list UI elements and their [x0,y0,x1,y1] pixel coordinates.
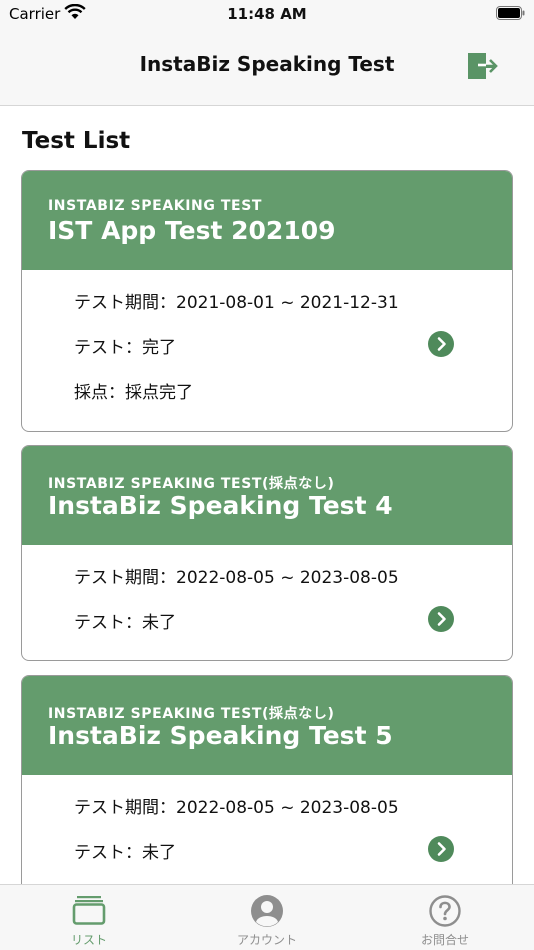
clock: 11:48 AM [227,5,307,23]
list-icon [72,896,106,925]
test-card[interactable]: INSTABIZ SPEAKING TEST(採点なし) InstaBiz Sp… [21,445,513,661]
tab-list[interactable]: リスト [19,885,159,950]
section-title: Test List [22,128,131,154]
chevron-right-icon[interactable] [428,331,454,357]
nav-bar: InstaBiz Speaking Test [0,28,534,106]
test-period: テスト期間：2021-08-01 ~ 2021-12-31 [74,293,399,313]
test-status: テスト：未了 [74,613,176,633]
card-header: INSTABIZ SPEAKING TEST(採点なし) InstaBiz Sp… [22,446,512,545]
card-header: INSTABIZ SPEAKING TEST IST App Test 2021… [22,171,512,270]
tab-label: アカウント [236,933,297,947]
scoring-status: 採点：採点完了 [74,383,193,403]
card-title: InstaBiz Speaking Test 5 [48,721,393,750]
tab-label: リスト [70,933,107,947]
tab-bar: リスト アカウント お問合せ [0,884,534,950]
chevron-right-icon[interactable] [428,606,454,632]
battery-icon [496,6,525,20]
test-card[interactable]: INSTABIZ SPEAKING TEST(採点なし) InstaBiz Sp… [21,675,513,915]
card-title: IST App Test 202109 [48,216,336,245]
test-status: テスト：完了 [74,338,176,358]
page-title: InstaBiz Speaking Test [139,52,395,76]
card-subtitle: INSTABIZ SPEAKING TEST [48,198,263,214]
card-header: INSTABIZ SPEAKING TEST(採点なし) InstaBiz Sp… [22,676,512,775]
tab-label: お問合せ [420,933,469,947]
help-icon [429,895,461,927]
account-icon [251,895,283,927]
test-card[interactable]: INSTABIZ SPEAKING TEST IST App Test 2021… [21,170,513,432]
test-status: テスト：未了 [74,843,176,863]
card-subtitle: INSTABIZ SPEAKING TEST(採点なし) [48,476,335,492]
tab-account[interactable]: アカウント [197,885,337,950]
chevron-right-icon[interactable] [428,836,454,862]
logout-icon[interactable] [466,50,502,82]
test-period: テスト期間：2022-08-05 ~ 2023-08-05 [74,798,399,818]
card-title: InstaBiz Speaking Test 4 [48,491,393,520]
tab-contact[interactable]: お問合せ [375,885,515,950]
status-bar: Carrier 11:48 AM [0,0,534,28]
card-subtitle: INSTABIZ SPEAKING TEST(採点なし) [48,706,335,722]
test-period: テスト期間：2022-08-05 ~ 2023-08-05 [74,568,399,588]
